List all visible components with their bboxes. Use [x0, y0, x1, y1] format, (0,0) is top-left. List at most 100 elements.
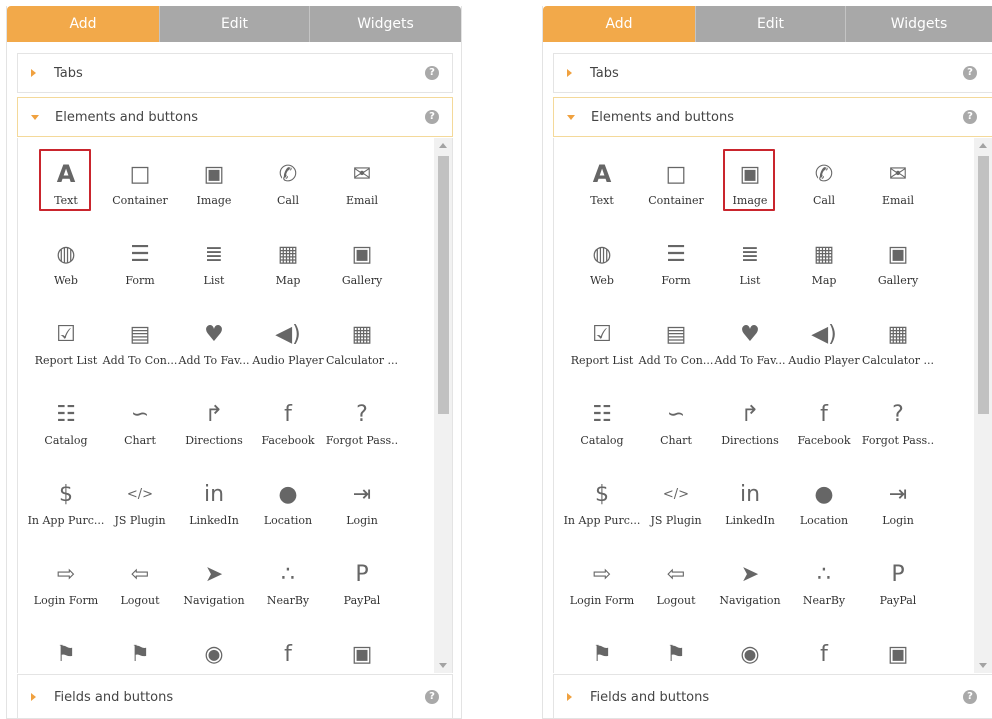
element-item[interactable]: ● Location: [253, 477, 323, 547]
scroll-up-icon[interactable]: [979, 143, 987, 148]
element-item[interactable]: f: [253, 637, 323, 673]
section-elements-and-buttons[interactable]: Elements and buttons ?: [553, 97, 992, 137]
scroll-down-icon[interactable]: [979, 663, 987, 668]
help-icon[interactable]: ?: [425, 690, 439, 704]
element-item[interactable]: A Text: [567, 157, 637, 227]
element-item[interactable]: ≣ List: [179, 237, 249, 307]
element-item[interactable]: ✆ Call: [253, 157, 323, 227]
element-item[interactable]: ▣ Gallery: [863, 237, 933, 307]
element-item[interactable]: ▦ Map: [253, 237, 323, 307]
vertical-scrollbar[interactable]: [974, 138, 992, 673]
scrollbar-thumb[interactable]: [978, 156, 989, 414]
element-item[interactable]: ◀) Audio Player: [252, 317, 323, 387]
element-item[interactable]: ≣ List: [715, 237, 785, 307]
element-item[interactable]: ● Location: [789, 477, 859, 547]
section-fields-and-buttons[interactable]: Fields and buttons ?: [553, 674, 992, 718]
element-item[interactable]: ▣ Image: [715, 149, 785, 227]
element-item[interactable]: ⚑: [641, 637, 711, 673]
nearby-icon: ∴: [281, 561, 295, 587]
element-item[interactable]: ⇨ Login Form: [31, 557, 101, 627]
element-item[interactable]: ⇦ Logout: [105, 557, 175, 627]
tab-edit[interactable]: Edit: [695, 6, 845, 42]
element-item[interactable]: ∴ NearBy: [253, 557, 323, 627]
element-item[interactable]: ▣ Image: [179, 157, 249, 227]
element-item[interactable]: ☷ Catalog: [567, 397, 637, 467]
scroll-down-icon[interactable]: [439, 663, 447, 668]
section-fields-and-buttons[interactable]: Fields and buttons ?: [17, 674, 453, 718]
element-item[interactable]: ▣: [327, 637, 397, 673]
tab-edit[interactable]: Edit: [159, 6, 309, 42]
element-item[interactable]: ↱ Directions: [179, 397, 249, 467]
element-item[interactable]: ⇨ Login Form: [567, 557, 637, 627]
element-item[interactable]: ☑ Report List: [567, 317, 637, 387]
element-item[interactable]: ✉ Email: [327, 157, 397, 227]
vertical-scrollbar[interactable]: [434, 138, 452, 673]
element-item[interactable]: ∴ NearBy: [789, 557, 859, 627]
element-item[interactable]: ∽ Chart: [105, 397, 175, 467]
element-item[interactable]: ? Forgot Pass..: [326, 397, 398, 467]
scrollbar-thumb[interactable]: [438, 156, 449, 414]
help-icon[interactable]: ?: [425, 110, 439, 124]
help-icon[interactable]: ?: [963, 66, 977, 80]
element-item[interactable]: ♥ Add To Fav...: [179, 317, 250, 387]
element-item[interactable]: </> JS Plugin: [105, 477, 175, 547]
element-item[interactable]: f Facebook: [789, 397, 859, 467]
tab-widgets[interactable]: Widgets: [309, 6, 461, 42]
tab-add[interactable]: Add: [543, 6, 695, 42]
element-item[interactable]: ◉: [179, 637, 249, 673]
element-item[interactable]: A Text: [31, 149, 101, 227]
tab-widgets[interactable]: Widgets: [845, 6, 992, 42]
element-item[interactable]: P PayPal: [327, 557, 397, 627]
scroll-up-icon[interactable]: [439, 143, 447, 148]
element-item[interactable]: f: [789, 637, 859, 673]
element-item[interactable]: in LinkedIn: [715, 477, 785, 547]
element-item[interactable]: ↱ Directions: [715, 397, 785, 467]
element-item[interactable]: ⇥ Login: [327, 477, 397, 547]
element-item[interactable]: ♥ Add To Fav...: [715, 317, 786, 387]
element-item[interactable]: ⚑: [31, 637, 101, 673]
element-item[interactable]: ➤ Navigation: [715, 557, 785, 627]
section-elements-and-buttons[interactable]: Elements and buttons ?: [17, 97, 453, 137]
element-item[interactable]: ◀) Audio Player: [788, 317, 859, 387]
element-item[interactable]: ✉ Email: [863, 157, 933, 227]
element-item[interactable]: ⇦ Logout: [641, 557, 711, 627]
element-item[interactable]: in LinkedIn: [179, 477, 249, 547]
element-item[interactable]: ? Forgot Pass..: [862, 397, 934, 467]
element-item[interactable]: ▦ Calculator ...: [326, 317, 398, 387]
element-item[interactable]: ☷ Catalog: [31, 397, 101, 467]
element-item[interactable]: ▣: [863, 637, 933, 673]
element-item[interactable]: ∽ Chart: [641, 397, 711, 467]
element-item[interactable]: □ Container: [105, 157, 175, 227]
help-icon[interactable]: ?: [425, 66, 439, 80]
element-item[interactable]: ⚑: [567, 637, 637, 673]
element-item[interactable]: ☰ Form: [105, 237, 175, 307]
collapsed-arrow-icon: [567, 693, 572, 701]
element-item[interactable]: $ In App Purc...: [28, 477, 105, 547]
element-item[interactable]: ✆ Call: [789, 157, 859, 227]
element-item[interactable]: ☑ Report List: [31, 317, 101, 387]
element-item[interactable]: $ In App Purc...: [564, 477, 641, 547]
tab-add[interactable]: Add: [7, 6, 159, 42]
element-item[interactable]: ▤ Add To Con...: [103, 317, 178, 387]
element-item[interactable]: f Facebook: [253, 397, 323, 467]
help-icon[interactable]: ?: [963, 110, 977, 124]
paypal-icon: P: [355, 561, 369, 587]
element-item[interactable]: ⇥ Login: [863, 477, 933, 547]
element-item[interactable]: ▦ Calculator ...: [862, 317, 934, 387]
help-icon[interactable]: ?: [963, 690, 977, 704]
element-item[interactable]: ➤ Navigation: [179, 557, 249, 627]
element-item[interactable]: ▦ Map: [789, 237, 859, 307]
section-tabs[interactable]: Tabs ?: [553, 53, 992, 93]
element-item[interactable]: □ Container: [641, 157, 711, 227]
element-item[interactable]: ☰ Form: [641, 237, 711, 307]
element-item[interactable]: ▣ Gallery: [327, 237, 397, 307]
heart-plus-icon: ♥: [740, 321, 760, 347]
element-item[interactable]: </> JS Plugin: [641, 477, 711, 547]
element-item[interactable]: ⚑: [105, 637, 175, 673]
element-item[interactable]: P PayPal: [863, 557, 933, 627]
element-item[interactable]: ▤ Add To Con...: [639, 317, 714, 387]
element-item[interactable]: ◍ Web: [567, 237, 637, 307]
element-item[interactable]: ◍ Web: [31, 237, 101, 307]
element-item[interactable]: ◉: [715, 637, 785, 673]
section-tabs[interactable]: Tabs ?: [17, 53, 453, 93]
